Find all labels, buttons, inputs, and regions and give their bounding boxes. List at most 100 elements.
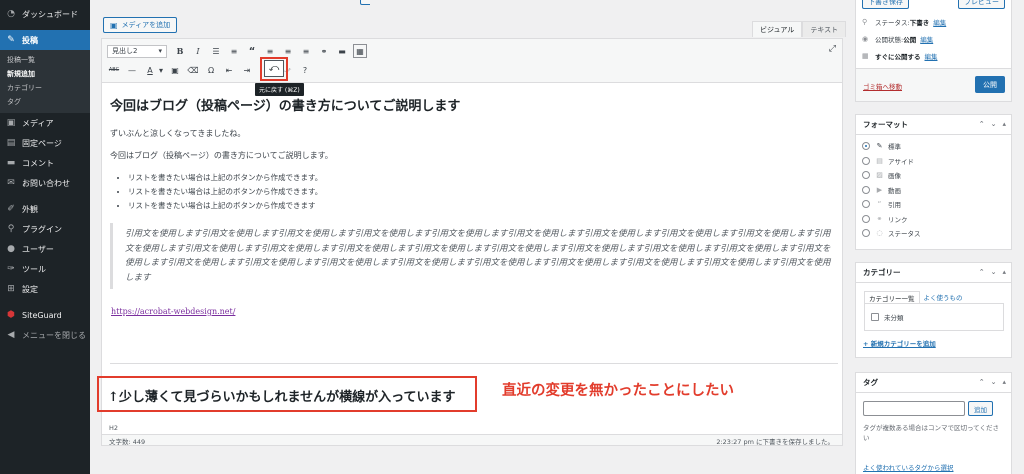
chevron-down-icon[interactable]: ⌄ <box>991 268 997 276</box>
menu-label: ユーザー <box>22 244 54 254</box>
menu-label: 固定ページ <box>22 138 62 148</box>
horizontal-rule <box>110 363 838 364</box>
menu-label: メニューを閉じる <box>22 330 86 340</box>
submenu-categories[interactable]: カテゴリー <box>0 81 90 95</box>
schedule-edit-link[interactable]: 編集 <box>925 51 938 61</box>
tag-input[interactable] <box>863 401 965 416</box>
category-box-header[interactable]: カテゴリー ⌃ ⌄ ▴ <box>856 263 1011 283</box>
visibility-edit-link[interactable]: 編集 <box>920 34 933 44</box>
permalink-edit-button[interactable] <box>360 0 370 5</box>
trash-link[interactable]: ゴミ箱へ移動 <box>863 81 902 91</box>
horizontal-line-button[interactable]: — <box>125 63 139 77</box>
align-left-button[interactable]: ≡ <box>263 44 277 58</box>
menu-contact[interactable]: ✉ お問い合わせ <box>0 173 90 193</box>
numbered-list-button[interactable]: ≡ <box>227 44 241 58</box>
submenu-tags[interactable]: タグ <box>0 95 90 109</box>
add-tag-button[interactable]: 追加 <box>968 401 993 416</box>
bullet-list-button[interactable]: ☰ <box>209 44 223 58</box>
menu-users[interactable]: ● ユーザー <box>0 239 90 259</box>
menu-collapse[interactable]: ◀ メニューを閉じる <box>0 325 90 345</box>
format-option-video[interactable]: ▶ 動画 <box>856 183 1011 198</box>
chevron-down-icon[interactable]: ⌄ <box>991 120 997 128</box>
add-category-link[interactable]: + 新規カテゴリーを追加 <box>863 338 936 348</box>
help-button[interactable]: ? <box>298 63 312 77</box>
align-right-button[interactable]: ≡ <box>299 44 313 58</box>
category-checkbox[interactable] <box>871 313 879 321</box>
format-option-link[interactable]: ⚭ リンク <box>856 212 1011 227</box>
read-more-button[interactable]: ▬ <box>335 44 349 58</box>
chevron-down-icon[interactable]: ▾ <box>158 63 164 77</box>
blockquote-button[interactable]: “ <box>245 44 259 58</box>
format-option-standard[interactable]: ✎ 標準 <box>856 139 1011 154</box>
tab-visual[interactable]: ビジュアル <box>752 21 803 37</box>
box-controls: ⌃ ⌄ ▴ <box>973 120 1006 128</box>
radio-button[interactable] <box>862 156 870 165</box>
menu-dashboard[interactable]: ◔ ダッシュボード <box>0 4 90 24</box>
menu-comments[interactable]: ▬ コメント <box>0 153 90 173</box>
tag-box-header[interactable]: タグ ⌃ ⌄ ▴ <box>856 373 1011 393</box>
collapse-arrow-icon[interactable]: ▴ <box>1002 378 1006 386</box>
paste-text-button[interactable]: ▣ <box>168 63 182 77</box>
chevron-up-icon[interactable]: ⌃ <box>979 268 985 276</box>
status-edit-link[interactable]: 編集 <box>933 17 946 27</box>
submenu-all-posts[interactable]: 投稿一覧 <box>0 53 90 67</box>
clear-format-button[interactable]: ⌫ <box>186 63 200 77</box>
visibility-label: 公開状態: <box>875 36 904 44</box>
special-char-button[interactable]: Ω <box>204 63 218 77</box>
menu-posts[interactable]: ✎ 投稿 <box>0 30 90 50</box>
preview-button[interactable]: プレビュー <box>958 0 1005 9</box>
menu-label: メディア <box>22 118 54 128</box>
radio-button[interactable] <box>862 171 870 180</box>
menu-plugins[interactable]: ⚲ プラグイン <box>0 219 90 239</box>
radio-button[interactable] <box>862 185 870 194</box>
radio-button[interactable] <box>862 214 870 223</box>
format-option-label: 画像 <box>888 172 901 181</box>
radio-button[interactable] <box>862 142 870 151</box>
menu-tools[interactable]: ✑ ツール <box>0 259 90 279</box>
indent-button[interactable]: ⇥ <box>240 63 254 77</box>
align-center-button[interactable]: ≡ <box>281 44 295 58</box>
radio-button[interactable] <box>862 229 870 238</box>
format-option-status[interactable]: ◌ ステータス <box>856 226 1011 241</box>
format-option-image[interactable]: ▨ 画像 <box>856 168 1011 183</box>
fullscreen-icon[interactable]: ⤢ <box>829 44 836 54</box>
menu-label: コメント <box>22 158 54 168</box>
chevron-down-icon[interactable]: ⌄ <box>991 378 997 386</box>
radio-button[interactable] <box>862 200 870 209</box>
menu-pages[interactable]: ▤ 固定ページ <box>0 133 90 153</box>
popular-tags-link[interactable]: よく使われているタグから選択 <box>863 462 953 472</box>
menu-appearance[interactable]: ✐ 外観 <box>0 199 90 219</box>
collapse-arrow-icon[interactable]: ▴ <box>1002 268 1006 276</box>
toolbar-toggle-button[interactable]: ▦ <box>353 44 367 58</box>
add-media-button[interactable]: ▣ メディアを追加 <box>103 17 178 33</box>
publish-button[interactable]: 公開 <box>975 76 1005 93</box>
quote-icon: “ <box>877 200 882 209</box>
save-draft-button[interactable]: 下書き保存 <box>862 0 909 9</box>
media-icon: ▣ <box>6 118 16 128</box>
format-option-aside[interactable]: ▤ アサイド <box>856 154 1011 169</box>
tag-help-text: タグが複数ある場合はコンマで区切ってください <box>863 424 999 442</box>
menu-label: 外観 <box>22 204 38 214</box>
strikethrough-button[interactable]: ABC <box>107 63 121 77</box>
collapse-arrow-icon[interactable]: ▴ <box>1002 120 1006 128</box>
tab-text[interactable]: テキスト <box>802 21 847 37</box>
menu-media[interactable]: ▣ メディア <box>0 113 90 133</box>
outdent-button[interactable]: ⇤ <box>222 63 236 77</box>
content-link[interactable]: https://acrobat-webdesign.net/ <box>111 307 840 316</box>
menu-settings[interactable]: ⊞ 設定 <box>0 279 90 299</box>
chevron-up-icon[interactable]: ⌃ <box>979 120 985 128</box>
editor-content[interactable]: 今回はブログ（投稿ページ）の書き方についてご説明します ずいぶんと涼しくなってき… <box>110 95 840 316</box>
chevron-up-icon[interactable]: ⌃ <box>979 378 985 386</box>
paragraph: ずいぶんと涼しくなってきましたね。 <box>110 129 246 138</box>
bold-button[interactable]: B <box>173 44 187 58</box>
italic-button[interactable]: I <box>191 44 205 58</box>
submenu-add-new[interactable]: 新規追加 <box>0 67 90 81</box>
menu-siteguard[interactable]: ⬢ SiteGuard <box>0 305 90 325</box>
format-box-header[interactable]: フォーマット ⌃ ⌄ ▴ <box>856 115 1011 135</box>
dashboard-icon: ◔ <box>7 9 15 19</box>
text-color-button[interactable]: A <box>143 63 157 77</box>
format-select[interactable]: 見出し2 ▾ <box>107 44 167 58</box>
format-option-quote[interactable]: “ 引用 <box>856 197 1011 212</box>
bullet-list: リストを書きたい場合は上記のボタンから作成できます。 リストを書きたい場合は上記… <box>110 172 840 211</box>
link-button[interactable]: ⚭ <box>317 44 331 58</box>
